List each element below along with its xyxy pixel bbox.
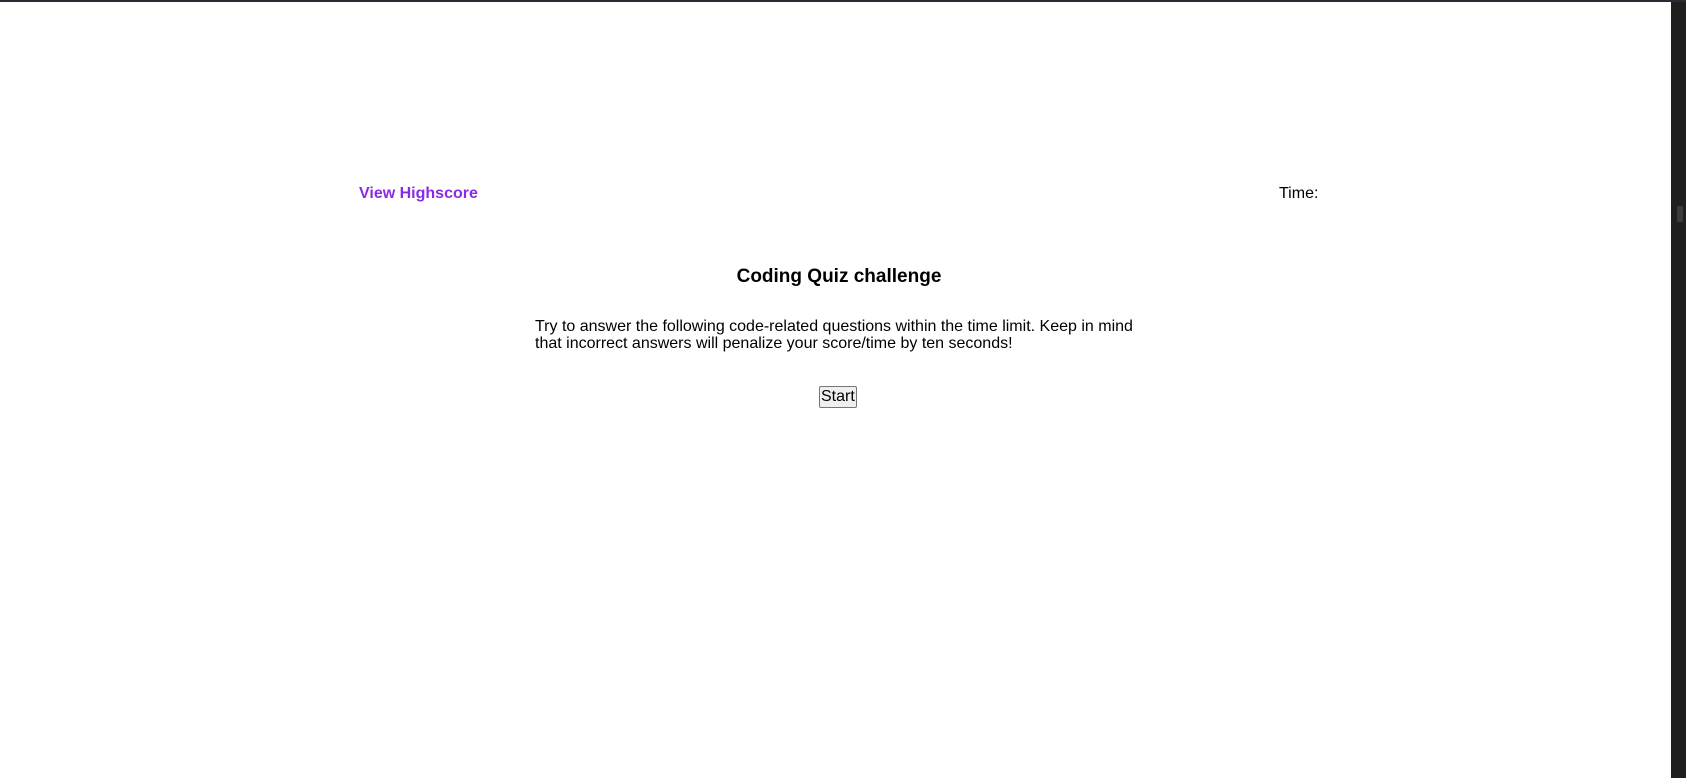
view-highscore-link[interactable]: View Highscore bbox=[359, 185, 478, 203]
start-button[interactable]: Start bbox=[819, 386, 857, 408]
quiz-instructions: Try to answer the following code-related… bbox=[535, 318, 1133, 352]
scrollbar-track[interactable] bbox=[1671, 2, 1686, 778]
timer-label: Time: bbox=[1279, 185, 1319, 202]
page-title: Coding Quiz challenge bbox=[736, 266, 942, 287]
scrollbar-thumb[interactable] bbox=[1677, 206, 1683, 222]
quiz-page: View Highscore Time: Coding Quiz challen… bbox=[0, 2, 1671, 778]
